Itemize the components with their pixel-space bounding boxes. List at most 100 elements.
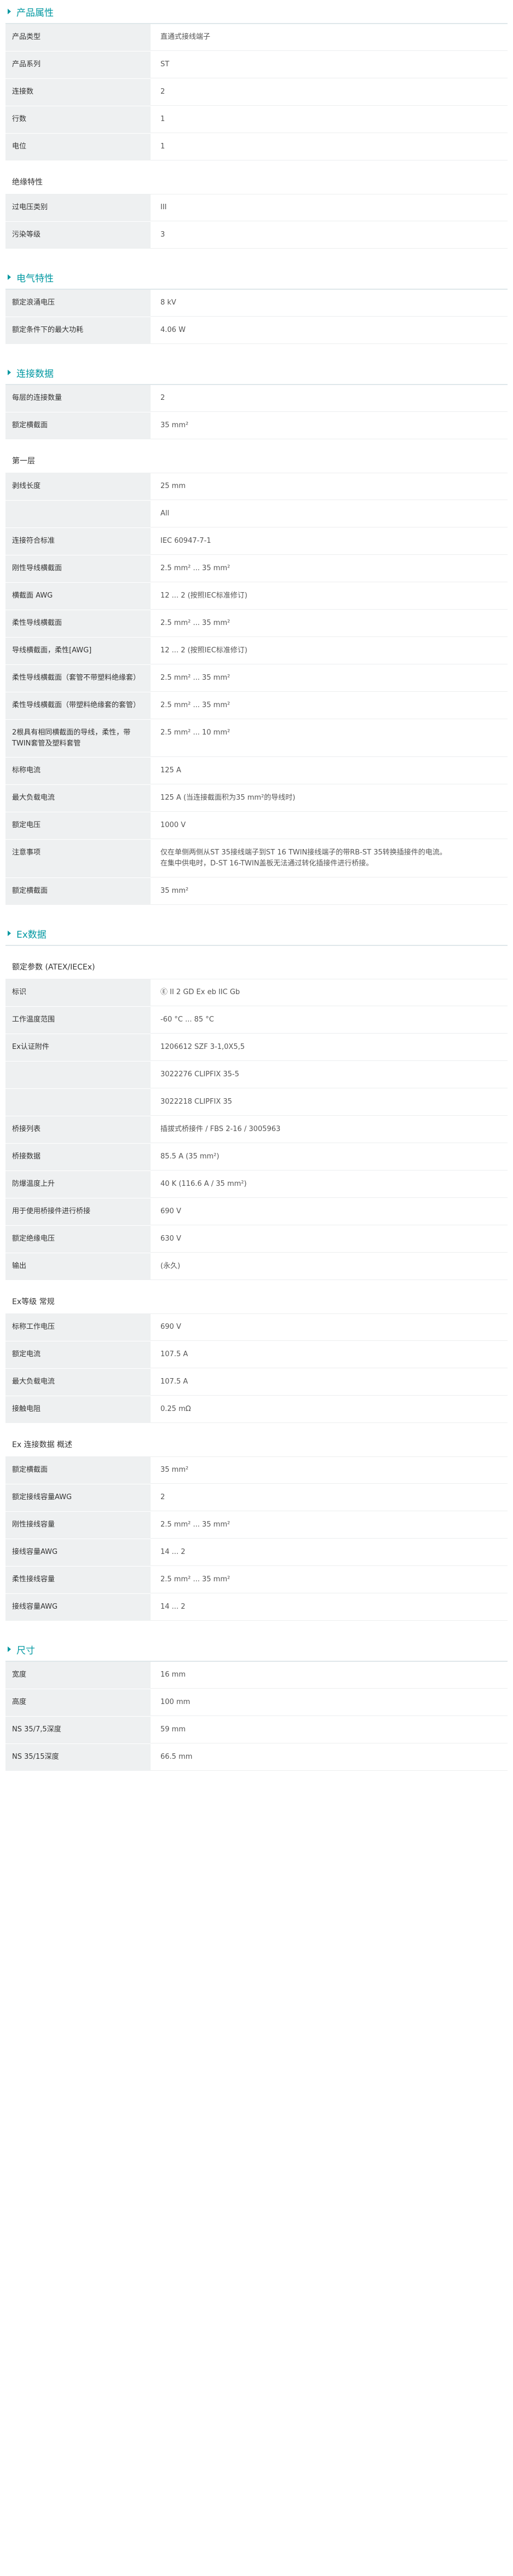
spec-label: NS 35/7,5深度 (5, 1717, 151, 1743)
spec-value-line: IEC 60947-7-1 (160, 537, 211, 545)
spec-value: 直通式接线端子 (151, 24, 508, 51)
spec-row: 刚性导线横截面 2.5 mm² ... 35 mm² (5, 555, 508, 583)
spec-row: 防爆温度上升 40 K (116.6 A / 35 mm²) (5, 1171, 508, 1198)
spec-row: 工作温度范围 -60 °C ... 85 °C (5, 1007, 508, 1034)
section-title: 产品属性 (16, 7, 54, 19)
spec-value: 2.5 mm² ... 35 mm² (151, 665, 508, 692)
section-header[interactable]: 产品属性 (5, 0, 508, 24)
spec-label (5, 1089, 151, 1116)
spec-value-line: 2.5 mm² ... 35 mm² (160, 564, 230, 572)
spec-row: All (5, 501, 508, 528)
spec-value: 1000 V (151, 812, 508, 839)
spec-row: 宽度 16 mm (5, 1662, 508, 1689)
spec-label: 行数 (5, 106, 151, 133)
spec-label: 输出 (5, 1253, 151, 1280)
spec-label: 产品类型 (5, 24, 151, 51)
spec-value-line: -60 °C ... 85 °C (160, 1016, 214, 1024)
spec-row: 连接符合标准 IEC 60947-7-1 (5, 528, 508, 555)
spec-row: 柔性接线容量 2.5 mm² ... 35 mm² (5, 1567, 508, 1594)
spec-value: All (151, 501, 508, 527)
spec-value: 85.5 A (35 mm²) (151, 1144, 508, 1171)
spec-value: 35 mm² (151, 1457, 508, 1484)
spec-value: 25 mm (151, 473, 508, 500)
spec-value: 14 ... 2 (151, 1539, 508, 1566)
spec-value: 690 V (151, 1198, 508, 1225)
spec-value: 3 (151, 222, 508, 249)
spec-value-line: 690 V (160, 1207, 181, 1215)
product-spec-page: 产品属性 产品类型 直通式接线端子 产品系列 ST 连接数 2 行数 1 电位 1 绝缘特性 过电压类别… (0, 0, 513, 1810)
spec-value-line: 16 mm (160, 1671, 186, 1679)
spec-row: 柔性导线横截面（套管不带塑料绝缘套） 2.5 mm² ... 35 mm² (5, 665, 508, 692)
spec-row: 额定条件下的最大功耗 4.06 W (5, 317, 508, 345)
spec-value-line: 125 A (160, 766, 181, 774)
spec-value-line: 3 (160, 231, 165, 239)
spec-value: 35 mm² (151, 878, 508, 905)
section-title: 尺寸 (16, 1645, 35, 1656)
spec-value: 2 (151, 385, 508, 412)
spec-label: 接线容量AWG (5, 1594, 151, 1621)
spec-row: 注意事项 仅在单侧两侧从ST 35接线端子到ST 16 TWIN接线端子的带RB-… (5, 840, 508, 878)
spec-value-line: 1 (160, 115, 165, 123)
spec-value: 14 ... 2 (151, 1594, 508, 1621)
spec-section: Ex数据 额定参数 (ATEX/IECEx) 标识 Ⓔ II 2 GD Ex eb I… (5, 922, 508, 1621)
spec-label: 宽度 (5, 1662, 151, 1689)
spec-label: 额定绝缘电压 (5, 1226, 151, 1253)
spec-row: 额定电压 1000 V (5, 812, 508, 840)
spec-label: 工作温度范围 (5, 1007, 151, 1034)
spec-label (5, 1062, 151, 1088)
spec-value-line: 2.5 mm² ... 35 mm² (160, 619, 230, 627)
section-header[interactable]: 电气特性 (5, 266, 508, 290)
spec-value-line: 14 ... 2 (160, 1548, 186, 1556)
spec-row: 接线容量AWG 14 ... 2 (5, 1539, 508, 1567)
spec-label: 接线容量AWG (5, 1539, 151, 1566)
spec-label: 刚性导线横截面 (5, 555, 151, 582)
spec-value-line: 40 K (116.6 A / 35 mm²) (160, 1180, 247, 1188)
section-header[interactable]: 尺寸 (5, 1638, 508, 1662)
spec-value: 35 mm² (151, 412, 508, 439)
spec-value: 2.5 mm² ... 35 mm² (151, 555, 508, 582)
spec-row: 用于使用桥接件进行桥接 690 V (5, 1198, 508, 1226)
section-header[interactable]: Ex数据 (5, 922, 508, 946)
spec-label: 注意事项 (5, 840, 151, 877)
section-header[interactable]: 连接数据 (5, 361, 508, 385)
spec-row: 行数 1 (5, 106, 508, 134)
spec-row: 额定电流 107.5 A (5, 1341, 508, 1369)
spec-value-line: 630 V (160, 1235, 181, 1243)
spec-value-line: 14 ... 2 (160, 1603, 186, 1611)
spec-value-line: 12 ... 2 (按照IEC标准修订) (160, 646, 247, 655)
spec-value-line: 2.5 mm² ... 35 mm² (160, 1521, 230, 1529)
spec-row: 剥线长度 25 mm (5, 473, 508, 501)
spec-label: 过电压类别 (5, 194, 151, 221)
spec-label: 每层的连接数量 (5, 385, 151, 412)
spec-value-line: 仅在单侧两侧从ST 35接线端子到ST 16 TWIN接线端子的带RB-ST 3… (160, 848, 447, 857)
spec-label: 额定电流 (5, 1341, 151, 1368)
spec-row: 接触电阻 0.25 mΩ (5, 1396, 508, 1424)
spec-label: 额定横截面 (5, 878, 151, 905)
spec-label: 连接符合标准 (5, 528, 151, 555)
spec-value: 4.06 W (151, 317, 508, 344)
spec-label: 额定浪涌电压 (5, 290, 151, 317)
caret-right-icon (8, 9, 11, 14)
spec-label: 接触电阻 (5, 1396, 151, 1423)
spec-value: ST (151, 51, 508, 78)
spec-value-line: 107.5 A (160, 1378, 188, 1386)
spec-value-line: III (160, 203, 167, 211)
group-subtitle: Ex等级 常规 (5, 1281, 508, 1314)
spec-value: (永久) (151, 1253, 508, 1280)
spec-row: 过电压类别 III (5, 194, 508, 222)
spec-label: 刚性接线容量 (5, 1512, 151, 1539)
spec-value-line: 2.5 mm² ... 35 mm² (160, 1575, 230, 1584)
spec-row: 3022276 CLIPFIX 35-5 (5, 1062, 508, 1089)
spec-value: 125 A (当连接截面积为35 mm²的导线时) (151, 785, 508, 812)
spec-row: NS 35/15深度 66.5 mm (5, 1744, 508, 1771)
spec-row: 刚性接线容量 2.5 mm² ... 35 mm² (5, 1512, 508, 1539)
spec-value: 12 ... 2 (按照IEC标准修订) (151, 638, 508, 664)
spec-value-line: Ⓔ II 2 GD Ex eb IIC Gb (160, 988, 240, 996)
spec-label: 标识 (5, 979, 151, 1006)
spec-value: 2 (151, 1484, 508, 1511)
spec-value-line: 8 kV (160, 299, 176, 307)
spec-value-line: 2.5 mm² ... 35 mm² (160, 701, 230, 709)
spec-row: 额定横截面 35 mm² (5, 412, 508, 440)
